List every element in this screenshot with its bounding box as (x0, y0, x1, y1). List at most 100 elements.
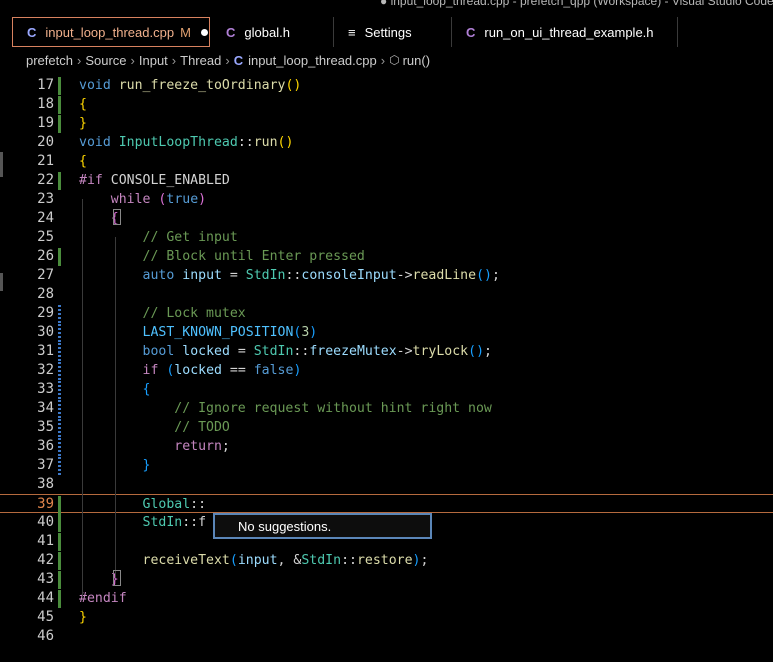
tab-global-h[interactable]: C global.h (212, 17, 334, 47)
code-token: = (229, 344, 254, 359)
line-number: 32 (37, 362, 54, 378)
code-line[interactable]: 22 #if CONSOLE_ENABLED (0, 171, 773, 190)
code-token: #endif (79, 591, 127, 606)
window-title-bar: ● input_loop_thread.cpp - prefetch_qpp (… (0, 0, 773, 10)
code-line[interactable]: 23 while (true) (0, 190, 773, 209)
code-text: // TODO (79, 418, 230, 437)
code-line[interactable]: 18 { (0, 95, 773, 114)
git-added-gutter-marker[interactable] (58, 533, 61, 551)
code-line[interactable]: 19} (0, 114, 773, 133)
code-line[interactable]: 20 void InputLoopThread::run() (0, 133, 773, 152)
breadcrumb-item-file[interactable]: input_loop_thread.cpp (248, 53, 377, 68)
bracket-match-highlight (113, 570, 121, 586)
line-number: 25 (37, 229, 54, 245)
git-modified-gutter-marker[interactable] (58, 457, 61, 475)
chevron-right-icon: › (380, 52, 386, 68)
git-added-gutter-marker[interactable] (58, 552, 61, 570)
code-text: void run_freeze_toOrdinary() (79, 76, 301, 95)
unsaved-dot-icon[interactable] (200, 28, 208, 36)
git-added-gutter-marker[interactable] (58, 496, 61, 514)
breadcrumb-item-source[interactable]: Source (85, 53, 126, 68)
code-token: () (468, 344, 485, 359)
line-number: 35 (37, 419, 54, 435)
git-added-gutter-marker[interactable] (58, 77, 61, 95)
code-token: void (79, 135, 111, 150)
git-modified-gutter-marker[interactable] (58, 343, 61, 361)
breadcrumb-item-prefetch[interactable]: prefetch (26, 53, 73, 68)
code-token: void (79, 78, 111, 93)
bracket-match-highlight (113, 209, 121, 225)
git-modified-gutter-marker[interactable] (58, 362, 61, 380)
code-line[interactable]: 45} (0, 608, 773, 627)
code-token: false (253, 363, 294, 378)
code-token: LAST_KNOWN_POSITION (142, 325, 294, 340)
code-text: // Ignore request without hint right now (79, 399, 492, 418)
git-added-gutter-marker[interactable] (58, 248, 61, 266)
code-token: } (79, 610, 87, 625)
git-added-gutter-marker[interactable] (58, 115, 61, 133)
code-token: :: (237, 135, 254, 150)
code-token: () (277, 135, 294, 150)
code-token: , & (277, 553, 302, 568)
tab-run-on-ui-thread-example[interactable]: C run_on_ui_thread_example.h (452, 17, 678, 47)
code-text: void InputLoopThread::run() (79, 133, 293, 152)
code-token: tryLock (412, 344, 469, 359)
line-number: 44 (37, 590, 54, 606)
code-token: } (142, 458, 151, 473)
code-token: ) (198, 192, 207, 207)
git-added-gutter-marker[interactable] (58, 96, 61, 114)
line-number: 27 (37, 267, 54, 283)
code-token: // Get input (142, 230, 238, 245)
line-number: 33 (37, 381, 54, 397)
code-line[interactable]: 21 { (0, 152, 773, 171)
cpp-file-icon: C (233, 52, 244, 68)
git-added-gutter-marker[interactable] (58, 590, 61, 608)
code-token: :: (341, 553, 357, 568)
breadcrumb-item-input[interactable]: Input (139, 53, 168, 68)
tab-label: input_loop_thread.cpp (45, 24, 175, 40)
breadcrumb-item-symbol[interactable]: run() (403, 53, 430, 68)
git-added-gutter-marker[interactable] (58, 172, 61, 190)
code-token: StdIn (253, 344, 294, 359)
git-modified-gutter-marker[interactable] (58, 419, 61, 437)
code-line[interactable]: 44 #endif (0, 589, 773, 608)
code-editor[interactable]: 17 void run_freeze_toOrdinary() 18{19} 20 vo… (0, 75, 773, 662)
git-modified-gutter-marker[interactable] (58, 381, 61, 399)
code-token: #if (79, 173, 103, 188)
chevron-right-icon: › (130, 52, 135, 68)
code-text: } (79, 114, 87, 133)
code-token: :: (293, 344, 310, 359)
git-added-gutter-marker[interactable] (58, 514, 61, 532)
line-number: 17 (37, 77, 54, 93)
code-token: restore (356, 553, 413, 568)
code-line[interactable]: 46 (0, 627, 773, 646)
breadcrumb-item-thread[interactable]: Thread (180, 53, 221, 68)
line-number: 21 (37, 153, 54, 169)
git-modified-gutter-marker[interactable] (58, 438, 61, 456)
code-token: ) (293, 363, 302, 378)
code-token: ) (309, 325, 318, 340)
git-modified-gutter-marker[interactable] (58, 400, 61, 418)
code-text: receiveText(input, &StdIn::restore); (79, 551, 429, 570)
code-token: input (237, 553, 278, 568)
git-modified-gutter-marker[interactable] (58, 305, 61, 323)
code-line[interactable]: 17 void run_freeze_toOrdinary() (0, 76, 773, 95)
git-added-gutter-marker[interactable] (58, 571, 61, 589)
line-number: 26 (37, 248, 54, 264)
line-number: 39 (37, 496, 54, 512)
chevron-right-icon: › (76, 52, 82, 68)
tab-label: run_on_ui_thread_example.h (484, 24, 654, 40)
code-token: consoleInput (301, 268, 397, 283)
tab-settings[interactable]: ≡ Settings (334, 17, 452, 47)
code-token: // Lock mutex (142, 306, 246, 321)
code-token: { (79, 154, 87, 169)
code-token: input (182, 268, 222, 283)
tab-input-loop-thread[interactable]: C input_loop_thread.cpp M (12, 17, 210, 47)
git-modified-gutter-marker[interactable] (58, 324, 61, 342)
